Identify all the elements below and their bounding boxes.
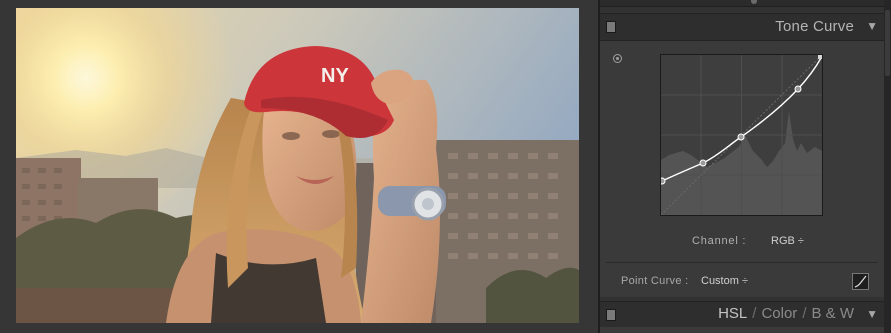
tone-curve-header[interactable]: Tone Curve ▼ xyxy=(600,13,884,41)
curve-point xyxy=(661,177,666,185)
tone-curve-title: Tone Curve xyxy=(775,18,854,35)
point-curve-select[interactable]: Custom ÷ xyxy=(701,275,748,287)
hsl-color-bw-header[interactable]: HSL / Color / B & W ▼ xyxy=(600,301,884,329)
section-toggle-switch-icon[interactable] xyxy=(606,21,616,33)
triangle-down-icon[interactable]: ▼ xyxy=(866,19,878,33)
curve-point xyxy=(699,159,707,167)
curve-endpoint xyxy=(818,55,822,59)
hsl-body-start xyxy=(600,327,884,333)
develop-right-panel: Tone Curve ▼ Channel: RGB ÷ Point Curve… xyxy=(600,0,891,333)
curve-edit-icon[interactable] xyxy=(852,273,869,290)
photo-preview[interactable]: NY xyxy=(16,8,579,323)
channel-row: Channel : RGB ÷ xyxy=(600,235,884,251)
triangle-down-icon[interactable]: ▼ xyxy=(866,307,878,321)
point-curve-row: Point Curve : Custom ÷ xyxy=(600,273,884,291)
panel-scrollbar[interactable] xyxy=(884,0,891,333)
section-toggle-switch-icon[interactable] xyxy=(606,309,616,321)
tab-bw[interactable]: B & W xyxy=(811,305,854,322)
previous-section-stub xyxy=(600,0,884,7)
hsl-tabs: HSL / Color / B & W xyxy=(718,305,854,322)
point-curve-label: Point Curve : xyxy=(621,275,689,287)
separator xyxy=(606,262,878,263)
curve-point xyxy=(794,85,802,93)
tab-separator: / xyxy=(752,305,757,322)
tone-curve-body: Channel : RGB ÷ Point Curve : Custom ÷ xyxy=(600,41,884,297)
curve-point xyxy=(737,133,745,141)
tab-color[interactable]: Color xyxy=(761,305,797,322)
targeted-adjustment-icon[interactable] xyxy=(613,54,622,63)
photo-canvas-area: NY xyxy=(0,0,598,333)
tab-hsl[interactable]: HSL xyxy=(718,305,747,322)
tab-separator: / xyxy=(802,305,807,322)
slider-handle-icon[interactable] xyxy=(751,0,757,4)
scrollbar-thumb[interactable] xyxy=(885,10,890,76)
tone-curve-graph[interactable] xyxy=(660,54,823,216)
channel-select[interactable]: RGB ÷ xyxy=(771,235,804,247)
channel-label: Channel : xyxy=(692,235,747,247)
